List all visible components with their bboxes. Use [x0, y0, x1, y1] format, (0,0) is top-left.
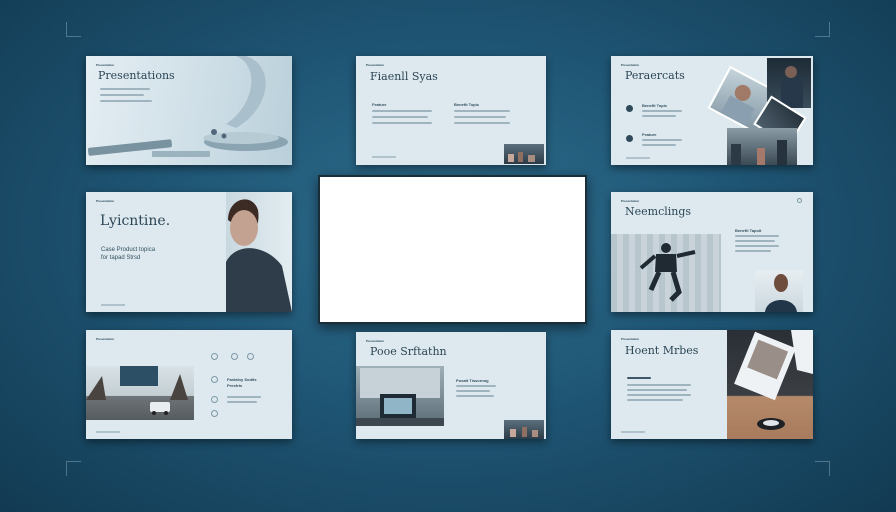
athlete-photo	[611, 234, 721, 312]
text-line	[627, 384, 691, 386]
slide-subheading: Feature	[372, 102, 387, 107]
slide-brand: Presentation	[366, 339, 385, 343]
feature-icon	[231, 353, 238, 360]
slide-subheading: Presfrts	[227, 383, 243, 388]
slide-brand: Presentation	[366, 63, 385, 67]
text-line	[454, 122, 510, 124]
text-line	[735, 250, 771, 252]
slide-thumbnail[interactable]: Presentation Lyicntine. Case Product top…	[86, 192, 292, 312]
slide-title: Neemclings	[625, 205, 692, 218]
corner-mark	[815, 22, 830, 37]
text-line	[227, 396, 261, 398]
feature-icon	[211, 410, 218, 417]
text-line	[642, 139, 682, 141]
slide-subheading: Benefit Topic	[642, 103, 668, 108]
person-photo	[226, 192, 292, 312]
text-line	[372, 116, 428, 118]
slide-title: Peraercats	[625, 69, 685, 82]
indicator-icon	[797, 198, 802, 203]
text-line	[456, 385, 496, 387]
text-line	[735, 240, 775, 242]
slide-subheading: Fanlalny Sodits	[227, 377, 257, 382]
text-line	[627, 389, 687, 391]
slide-subheading: Poxatt Tissornng	[456, 378, 489, 383]
selected-blank-slide[interactable]	[318, 175, 587, 324]
text-line	[372, 110, 432, 112]
meeting-photo	[727, 128, 797, 165]
slide-thumbnail[interactable]: Presentation Presentations	[86, 56, 292, 165]
bullet-icon	[626, 105, 633, 112]
road-photo	[86, 366, 194, 420]
slide-brand: Presentation	[96, 63, 115, 67]
feature-icon	[247, 353, 254, 360]
slide-title: Lyicntine.	[100, 213, 171, 229]
slide-subheading: Benefit Topic	[454, 102, 480, 107]
feature-icon	[211, 376, 218, 383]
corner-mark	[66, 22, 81, 37]
slide-subheading: Benefit Tapolt	[735, 228, 762, 233]
footer-line	[101, 304, 125, 306]
slide-thumbnail[interactable]: Presentation Fanlalny Sodits Presfrts	[86, 330, 292, 439]
slide-subtitle: Case Product topica	[101, 247, 156, 253]
text-line	[100, 88, 150, 90]
text-line	[100, 100, 152, 102]
text-line	[100, 94, 144, 96]
slide-brand: Presentation	[96, 337, 115, 341]
text-line	[642, 144, 676, 146]
footer-line	[621, 431, 645, 433]
footer-line	[372, 156, 396, 158]
feature-icon	[211, 353, 218, 360]
text-line	[735, 235, 779, 237]
event-photo	[504, 420, 544, 439]
text-line	[456, 390, 490, 392]
corner-mark	[66, 461, 81, 476]
person-photo	[755, 270, 803, 312]
text-line	[372, 122, 432, 124]
text-line	[227, 401, 257, 403]
text-line	[642, 110, 682, 112]
slide-thumbnail[interactable]: Presentation Fiaenll Syas Feature Benefi…	[356, 56, 546, 165]
office-photo	[356, 366, 444, 426]
text-line	[454, 116, 506, 118]
footer-line	[96, 431, 120, 433]
slide-title: Presentations	[98, 69, 175, 82]
slide-thumbnail[interactable]: Presentation Hoent Mrbes	[611, 330, 813, 439]
footer-line	[626, 157, 650, 159]
slide-thumbnail[interactable]: Presentation Pooe Srftathn Poxatt Tissor…	[356, 332, 546, 439]
slide-brand: Presentation	[621, 199, 640, 203]
slide-thumbnail[interactable]: Presentation Neemclings Benefit Tapolt	[611, 192, 813, 312]
text-line	[627, 399, 683, 401]
bullet-icon	[626, 135, 633, 142]
text-line	[627, 394, 691, 396]
text-line	[642, 115, 676, 117]
slide-brand: Presentation	[621, 63, 640, 67]
slide-subtitle: for tapad Strsd	[101, 255, 141, 261]
corner-mark	[815, 461, 830, 476]
text-line	[456, 395, 494, 397]
slide-brand: Presentation	[96, 199, 115, 203]
slide-brand: Presentation	[621, 337, 640, 341]
slide-thumbnail[interactable]: Presentation Peraercats Benefit Topic Fe…	[611, 56, 813, 165]
text-line	[454, 110, 510, 112]
text-line	[735, 245, 779, 247]
feature-icon	[211, 396, 218, 403]
slide-title: Pooe Srftathn	[370, 345, 447, 358]
desk-photo	[727, 330, 813, 439]
text-line	[627, 377, 651, 379]
slide-title: Fiaenll Syas	[370, 70, 438, 83]
event-photo	[504, 144, 544, 164]
slide-subheading: Feature	[642, 132, 657, 137]
slide-title: Hoent Mrbes	[625, 344, 699, 357]
